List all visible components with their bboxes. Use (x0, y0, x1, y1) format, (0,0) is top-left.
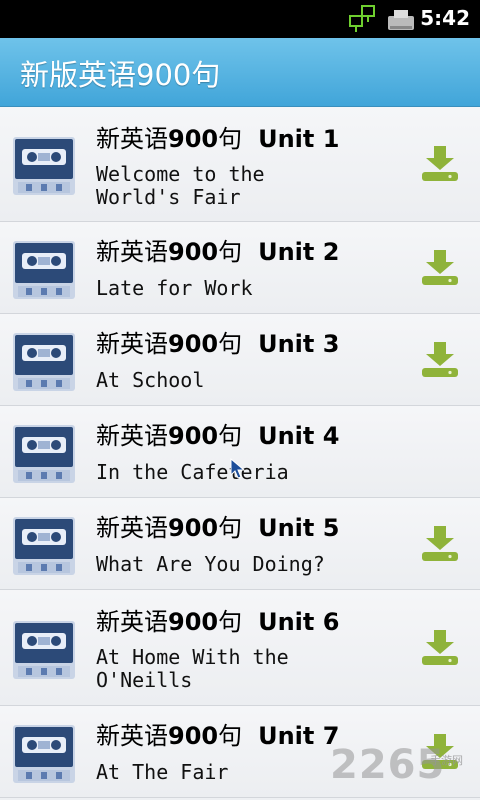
title-chinese: 新英语 (96, 608, 168, 636)
cassette-icon (13, 241, 75, 299)
title-chinese-suffix: 句 (218, 608, 243, 636)
item-subtitle: Welcome to the World's Fair (96, 162, 265, 209)
cassette-icon (13, 137, 75, 195)
title-number: 900 (168, 330, 219, 358)
title-chinese-suffix: 句 (218, 422, 243, 450)
cassette-icon (13, 425, 75, 483)
list-item[interactable]: 新英语900句 Unit 3 At School (0, 314, 480, 406)
item-subtitle: What Are You Doing? (96, 552, 325, 576)
title-number: 900 (168, 422, 219, 450)
status-bar: 5:42 (0, 0, 480, 38)
item-title: 新英语900句 Unit 3 (96, 324, 339, 359)
unit-list: 新英语900句 Unit 1 Welcome to the World's Fair… (0, 107, 480, 798)
title-chinese-suffix: 句 (218, 238, 243, 266)
title-number: 900 (168, 514, 219, 542)
title-chinese: 新英语 (96, 722, 168, 750)
download-icon[interactable] (420, 524, 460, 564)
download-icon[interactable] (420, 144, 460, 184)
cassette-icon (13, 333, 75, 391)
list-item[interactable]: 新英语900句 Unit 5 What Are You Doing? (0, 498, 480, 590)
download-icon[interactable] (420, 248, 460, 288)
list-item[interactable]: 新英语900句 Unit 2 Late for Work (0, 222, 480, 314)
mouse-cursor-icon (230, 458, 246, 479)
title-unit: Unit 4 (258, 422, 340, 450)
item-subtitle: At Home With the O'Neills (96, 645, 289, 692)
item-subtitle: At School (96, 368, 205, 392)
status-time: 5:42 (420, 6, 470, 30)
app-header: 新版英语900句 (0, 38, 480, 107)
title-chinese: 新英语 (96, 422, 168, 450)
item-subtitle: In the Cafeteria (96, 460, 289, 484)
title-chinese: 新英语 (96, 330, 168, 358)
title-chinese-suffix: 句 (218, 514, 243, 542)
title-number: 900 (168, 125, 219, 153)
title-unit: Unit 3 (258, 330, 340, 358)
title-number: 900 (168, 238, 219, 266)
title-number: 900 (168, 608, 219, 636)
network-icon (349, 5, 375, 32)
title-unit: Unit 2 (258, 238, 340, 266)
title-chinese-suffix: 句 (218, 722, 243, 750)
item-title: 新英语900句 Unit 4 (96, 416, 339, 451)
sd-card-icon (388, 10, 414, 30)
title-chinese: 新英语 (96, 514, 168, 542)
title-chinese: 新英语 (96, 125, 168, 153)
item-title: 新英语900句 Unit 1 (96, 119, 339, 154)
watermark-sub: 手游网 (430, 754, 463, 767)
item-title: 新英语900句 Unit 2 (96, 232, 339, 267)
download-icon[interactable] (420, 340, 460, 380)
list-item[interactable]: 新英语900句 Unit 4 In the Cafeteria (0, 406, 480, 498)
title-unit: Unit 1 (258, 125, 340, 153)
cassette-icon (13, 621, 75, 679)
cassette-icon (13, 725, 75, 783)
title-chinese-suffix: 句 (218, 125, 243, 153)
title-unit: Unit 5 (258, 514, 340, 542)
page-title: 新版英语900句 (20, 58, 221, 92)
watermark-text: 2265 (330, 742, 446, 788)
cassette-icon (13, 517, 75, 575)
watermark: 2265 手游网 (330, 742, 480, 800)
title-chinese: 新英语 (96, 238, 168, 266)
item-title: 新英语900句 Unit 5 (96, 508, 339, 543)
title-chinese-suffix: 句 (218, 330, 243, 358)
list-item[interactable]: 新英语900句 Unit 1 Welcome to the World's Fair (0, 107, 480, 222)
item-title: 新英语900句 Unit 7 (96, 716, 339, 751)
download-icon[interactable] (420, 628, 460, 668)
item-subtitle: Late for Work (96, 276, 253, 300)
title-unit: Unit 7 (258, 722, 340, 750)
title-unit: Unit 6 (258, 608, 340, 636)
title-number: 900 (168, 722, 219, 750)
item-title: 新英语900句 Unit 6 (96, 602, 339, 637)
list-item[interactable]: 新英语900句 Unit 6 At Home With the O'Neills (0, 590, 480, 706)
